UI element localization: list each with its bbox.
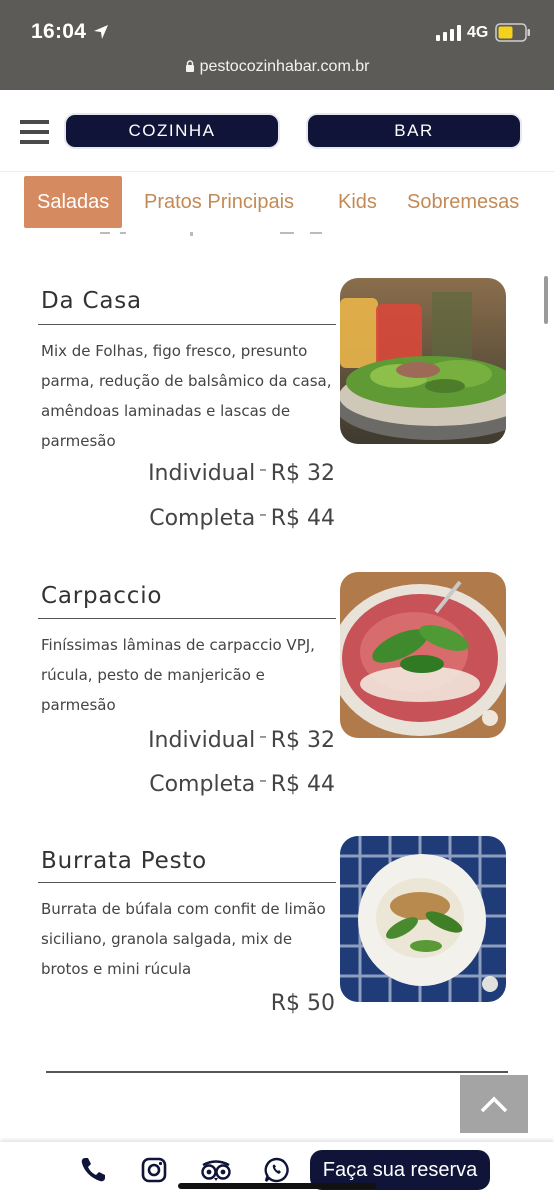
tab-kids[interactable]: Kids xyxy=(338,176,377,228)
price-completa: Completa – R$ 44 xyxy=(149,771,335,797)
instagram-icon[interactable] xyxy=(140,1156,168,1184)
carpaccio-photo-icon xyxy=(340,572,506,738)
back-to-top-button[interactable] xyxy=(460,1075,528,1133)
home-indicator[interactable] xyxy=(178,1183,376,1189)
tab-saladas[interactable]: Saladas xyxy=(24,176,123,228)
nav-bar-button[interactable]: BAR xyxy=(308,115,520,147)
burrata-photo-icon xyxy=(340,836,506,1002)
item-title: Carpaccio xyxy=(41,583,163,609)
chevron-up-icon xyxy=(480,1096,508,1113)
battery-icon xyxy=(495,23,530,42)
item-description: Burrata de búfala com confit de limão si… xyxy=(41,900,326,978)
item-photo[interactable] xyxy=(340,572,506,738)
item-photo[interactable] xyxy=(340,836,506,1002)
phone-icon[interactable] xyxy=(79,1156,107,1184)
price-individual: Individual – R$ 32 xyxy=(148,460,335,486)
menu-item: Da Casa Mix de Folhas, figo fresco, pres… xyxy=(38,278,508,538)
tripadvisor-icon[interactable] xyxy=(199,1156,233,1184)
hamburger-icon[interactable] xyxy=(20,120,49,144)
status-bar: 16:04 4G pestocozinhabar.com.br xyxy=(0,0,554,90)
item-description: Mix de Folhas, figo fresco, presunto par… xyxy=(41,342,332,450)
bottom-action-bar: Faça sua reserva xyxy=(0,1142,554,1200)
page-scrollbar[interactable] xyxy=(544,276,548,324)
item-divider xyxy=(38,882,336,883)
item-divider xyxy=(38,618,336,619)
site-header: COZINHA BAR xyxy=(0,90,554,172)
item-description: Finíssimas lâminas de carpaccio VPJ, rúc… xyxy=(41,636,315,714)
price-completa: Completa – R$ 44 xyxy=(149,505,335,531)
lock-icon xyxy=(185,60,194,72)
location-arrow-icon xyxy=(94,25,108,39)
url-text: pestocozinhabar.com.br xyxy=(199,58,370,75)
category-tabs: Saladas Pratos Principais Kids Sobremesa… xyxy=(0,172,554,240)
signal-icon xyxy=(436,25,461,41)
price-individual: Individual – R$ 32 xyxy=(148,727,335,753)
nav-cozinha-button[interactable]: COZINHA xyxy=(66,115,278,147)
network-type: 4G xyxy=(467,24,489,41)
item-divider xyxy=(38,324,336,325)
menu-item: Burrata Pesto Burrata de búfala com conf… xyxy=(38,836,508,1026)
tab-sobremesas[interactable]: Sobremesas xyxy=(407,176,519,228)
address-bar[interactable]: pestocozinhabar.com.br xyxy=(0,58,554,76)
item-photo[interactable] xyxy=(340,278,506,444)
whatsapp-icon[interactable] xyxy=(263,1156,291,1184)
clipped-text-remnant xyxy=(100,232,322,236)
section-divider xyxy=(46,1071,508,1073)
item-title: Burrata Pesto xyxy=(41,848,208,874)
status-time: 16:04 xyxy=(31,20,87,43)
tab-pratos-principais[interactable]: Pratos Principais xyxy=(144,176,294,228)
salad-photo-icon xyxy=(340,278,506,444)
menu-item: Carpaccio Finíssimas lâminas de carpacci… xyxy=(38,572,508,802)
price-single: R$ 50 xyxy=(270,991,335,1016)
item-title: Da Casa xyxy=(41,288,142,314)
